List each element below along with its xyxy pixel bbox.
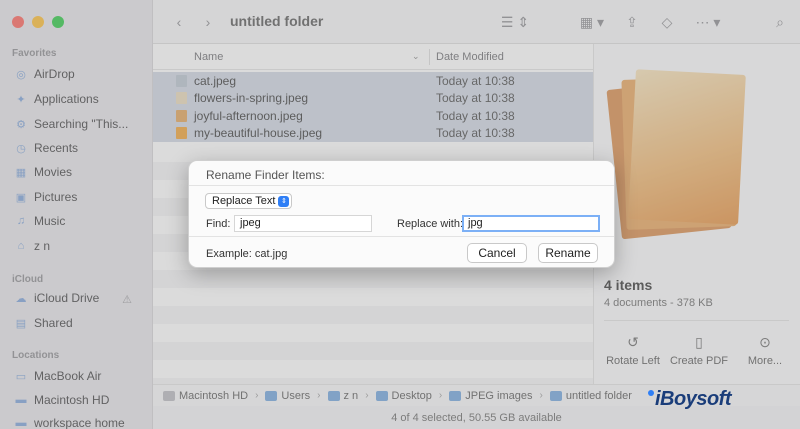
watermark-text: iBoysoft <box>655 388 732 410</box>
rename-button[interactable]: Rename <box>538 243 598 263</box>
divider <box>189 236 614 237</box>
cancel-button[interactable]: Cancel <box>467 243 527 263</box>
find-input[interactable]: jpeg <box>234 215 372 232</box>
divider <box>189 185 614 186</box>
rename-mode-value: Replace Text <box>212 195 276 207</box>
chevron-updown-icon: ⇕ <box>278 196 290 207</box>
rename-dialog: Rename Finder Items: Replace Text ⇕ Find… <box>188 160 615 268</box>
example-text: Example: cat.jpg <box>206 248 288 260</box>
finder-window: Favorites ◎ AirDrop ✦ Applications ⚙ Search… <box>0 0 800 429</box>
dialog-title: Rename Finder Items: <box>206 168 325 182</box>
replace-label: Replace with: <box>397 218 464 230</box>
watermark-logo: iBoysoft <box>648 388 732 411</box>
replace-input[interactable]: jpg <box>462 215 600 232</box>
rename-mode-select[interactable]: Replace Text ⇕ <box>205 193 293 209</box>
find-label: Find: <box>206 218 231 230</box>
logo-dot-icon <box>648 390 654 396</box>
